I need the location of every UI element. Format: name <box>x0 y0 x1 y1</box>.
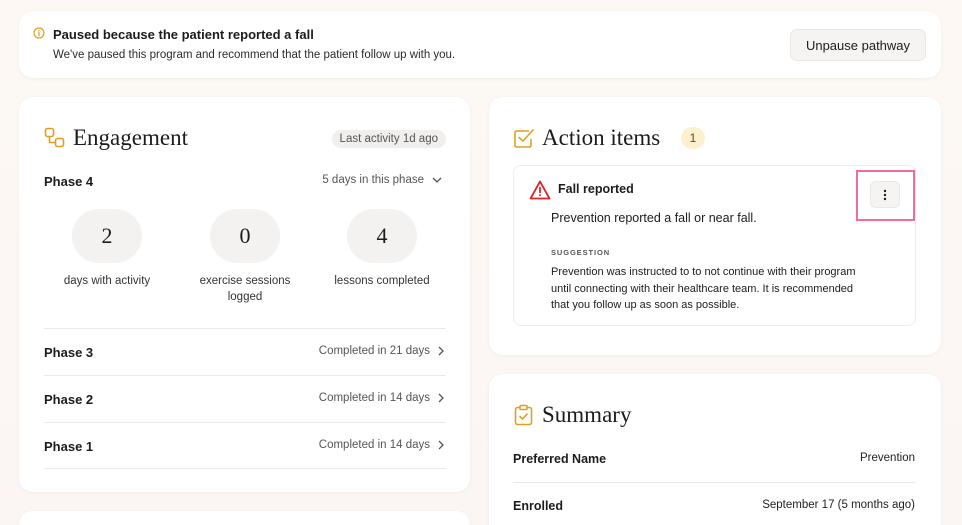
phase-label: Phase 2 <box>44 392 94 407</box>
phase-meta: Completed in 21 days <box>319 345 444 357</box>
action-item-description: Prevention reported a fall or near fall. <box>551 211 757 225</box>
summary-key: Preferred Name <box>513 452 607 466</box>
chevron-right-icon <box>438 346 444 356</box>
kebab-menu-icon <box>883 189 887 200</box>
summary-card: Summary Preferred Name Prevention Enroll… <box>489 374 941 525</box>
phase-label: Phase 1 <box>44 439 94 454</box>
clipboard-check-icon <box>514 404 533 426</box>
phase-meta: Completed in 14 days <box>319 392 444 404</box>
stat-label: exercise sessions logged <box>199 275 291 303</box>
phase-4-meta: 5 days in this phase <box>322 174 424 186</box>
phase-row-3[interactable]: Phase 3 Completed in 21 days <box>44 328 446 375</box>
last-activity-badge: Last activity 1d ago <box>331 130 446 148</box>
banner-subtitle: We've paused this program and recommend … <box>53 49 456 61</box>
stat-value: 4 <box>347 209 417 263</box>
phase-meta: Completed in 14 days <box>319 439 444 451</box>
engagement-title: Engagement <box>73 125 188 150</box>
stat-value: 0 <box>210 209 280 263</box>
summary-title: Summary <box>542 402 632 427</box>
engagement-card: Engagement Last activity 1d ago Phase 4 … <box>19 97 470 492</box>
banner-title: Paused because the patient reported a fa… <box>53 27 314 42</box>
action-items-card: Action items 1 Fall reported Prevention … <box>489 97 941 355</box>
phase-4-label: Phase 4 <box>44 174 94 189</box>
stat-label: days with activity <box>63 275 151 287</box>
action-items-count: 1 <box>681 127 705 149</box>
divider <box>44 468 446 469</box>
chevron-down-icon <box>432 177 442 183</box>
phase-duration: Completed in 14 days <box>318 439 430 451</box>
engagement-icon <box>44 127 65 148</box>
checkbox-icon <box>514 129 534 148</box>
stat-value: 2 <box>72 209 142 263</box>
summary-value: September 17 (5 months ago) <box>762 499 915 511</box>
action-item: Fall reported Prevention reported a fall… <box>513 165 916 326</box>
more-options-button[interactable] <box>870 181 900 208</box>
stat-days-with-activity: 2 days with activity <box>47 209 167 289</box>
unpause-pathway-button[interactable]: Unpause pathway <box>790 29 926 61</box>
chevron-right-icon <box>438 393 444 403</box>
phase-label: Phase 3 <box>44 345 94 360</box>
paused-banner: Paused because the patient reported a fa… <box>19 11 941 78</box>
phase-duration: Completed in 21 days <box>318 345 430 357</box>
phase-4-toggle[interactable]: 5 days in this phase <box>322 174 442 186</box>
partial-card <box>19 511 470 525</box>
summary-value: Prevention <box>860 452 915 464</box>
stat-lessons-completed: 4 lessons completed <box>322 209 442 289</box>
warning-triangle-icon <box>529 180 551 200</box>
phase-row-2[interactable]: Phase 2 Completed in 14 days <box>44 375 446 422</box>
chevron-right-icon <box>438 440 444 450</box>
divider <box>513 482 915 483</box>
stat-label: lessons completed <box>334 275 430 287</box>
phase-duration: Completed in 14 days <box>318 392 430 404</box>
phase-row-1[interactable]: Phase 1 Completed in 14 days <box>44 422 446 469</box>
action-item-title: Fall reported <box>558 182 634 196</box>
action-items-title: Action items <box>542 125 661 150</box>
summary-key: Enrolled <box>513 499 564 513</box>
suggestion-text: Prevention was instructed to to not cont… <box>551 266 856 311</box>
info-circle-icon <box>33 27 45 39</box>
stat-exercise-sessions: 0 exercise sessions logged <box>185 209 305 305</box>
suggestion-label: SUGGESTION <box>551 248 611 257</box>
